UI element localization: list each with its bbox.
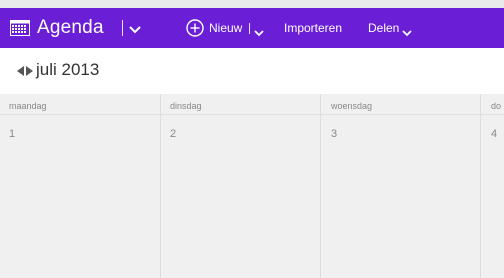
- current-month-label: juli 2013: [36, 60, 100, 79]
- app-title[interactable]: Agenda: [37, 17, 104, 39]
- month-navigation: juli 2013: [0, 56, 504, 86]
- day-cell-date[interactable]: 1: [9, 128, 15, 140]
- new-button[interactable]: Nieuw: [209, 21, 242, 35]
- weekday-header-row: [0, 94, 504, 115]
- day-column-divider: [480, 94, 481, 278]
- weekday-name: woensdag: [331, 101, 373, 111]
- weekday-name: dinsdag: [170, 101, 202, 111]
- week-calendar-grid: maandag dinsdag woensdag do 1 2 3 4: [0, 94, 504, 278]
- next-month-arrow-icon[interactable]: [26, 66, 33, 76]
- share-button[interactable]: Delen: [368, 21, 399, 35]
- new-divider: [249, 23, 250, 34]
- title-divider: [122, 20, 123, 36]
- day-cell-date[interactable]: 2: [170, 128, 176, 140]
- day-column-divider: [320, 94, 321, 278]
- day-column-divider: [160, 94, 161, 278]
- weekday-name: maandag: [9, 101, 47, 111]
- day-cell-date[interactable]: 4: [491, 128, 497, 140]
- new-plus-icon[interactable]: [186, 19, 204, 37]
- new-options-chevron-down-icon[interactable]: [254, 24, 264, 42]
- app-bar: Agenda Nieuw Importeren Delen: [0, 8, 504, 48]
- weekday-name: do: [491, 101, 502, 111]
- import-button[interactable]: Importeren: [284, 21, 342, 35]
- day-cell-date[interactable]: 3: [331, 128, 337, 140]
- window-top-strip: [0, 0, 504, 8]
- previous-month-arrow-icon[interactable]: [17, 66, 24, 76]
- share-chevron-down-icon[interactable]: [402, 24, 412, 42]
- app-switcher-chevron-down-icon[interactable]: [129, 22, 141, 40]
- calendar-grid-icon[interactable]: [10, 20, 30, 36]
